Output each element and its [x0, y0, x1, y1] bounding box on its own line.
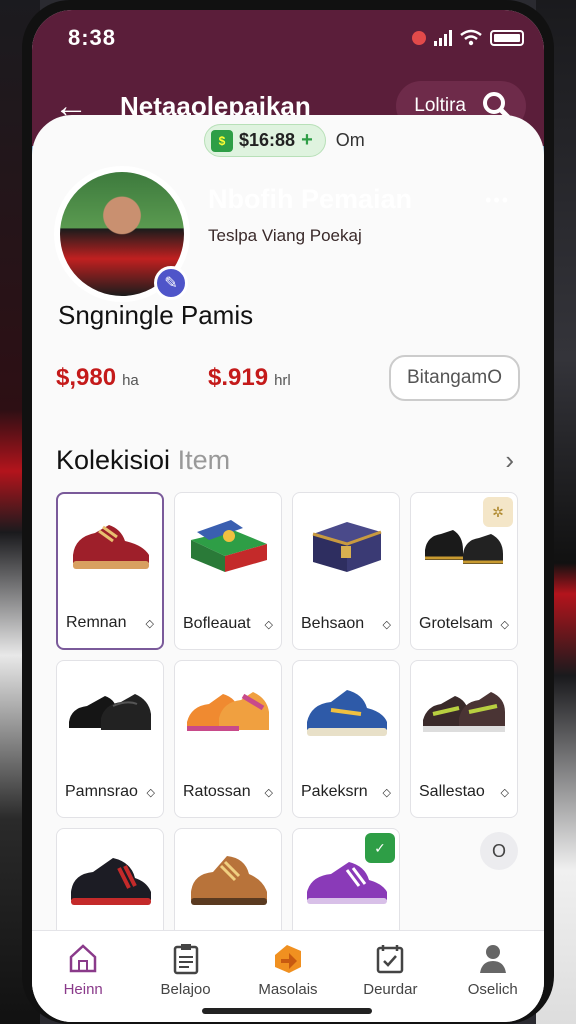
nav-calendar[interactable]: Deurdar — [342, 941, 438, 998]
collection-item[interactable]: Pakeksrn ◇ — [292, 660, 400, 818]
black-red-sneaker-icon — [71, 858, 151, 905]
status-icons — [412, 29, 524, 47]
search-pill-label: Loltira — [414, 95, 466, 116]
price-1: $,980 — [56, 364, 117, 391]
red-shoe-icon — [73, 525, 149, 569]
edit-badge-icon[interactable]: ✎ — [154, 266, 188, 300]
collection-item[interactable]: ✲ Grotelsam ◇ — [410, 492, 518, 650]
item-more-icon[interactable]: ◇ — [501, 786, 509, 799]
collection-item[interactable]: Bofleauat ◇ — [174, 492, 282, 650]
clipboard-icon — [173, 944, 198, 975]
nav-label: Deurdar — [363, 981, 418, 998]
player-subtitle: Teslpa Viang Poekaj — [208, 226, 362, 245]
collection-item[interactable]: Sallestao ◇ — [410, 660, 518, 818]
notification-icon — [412, 31, 426, 45]
item-more-icon[interactable]: ◇ — [383, 786, 391, 799]
more-options-icon[interactable]: ••• — [485, 190, 510, 211]
status-bar: 8:38 — [32, 10, 544, 66]
nav-label: Masolais — [258, 981, 318, 998]
price-row: $,980 ha $.919 hrl BitangamO — [56, 355, 520, 401]
nav-label: Oselich — [467, 981, 518, 998]
collection-item[interactable]: Remnan ◇ — [56, 492, 164, 650]
nav-market[interactable]: Masolais — [240, 941, 336, 998]
nav-home[interactable]: Heinn — [35, 941, 131, 998]
market-icon — [274, 945, 301, 973]
orange-sneaker-icon — [187, 692, 269, 731]
battery-icon — [490, 30, 524, 46]
add-coin-icon[interactable]: + — [301, 129, 313, 152]
item-more-icon[interactable]: ◇ — [146, 617, 154, 630]
coin-amount: $16:88 — [239, 130, 296, 150]
item-label: Remnan — [66, 614, 127, 631]
coin-icon: $ — [211, 129, 233, 152]
price-block-2: $.919 hrl — [208, 364, 360, 392]
item-more-icon[interactable]: ◇ — [147, 786, 155, 799]
black-dress-shoe-icon — [69, 694, 151, 730]
single-section-title: Sngningle Pamis — [58, 300, 254, 330]
item-label: Pakeksrn — [301, 783, 368, 800]
calendar-icon — [377, 945, 404, 974]
nav-profile[interactable]: Oselich — [445, 941, 541, 998]
price-1-unit: ha — [122, 372, 139, 389]
price-block-1: $,980 ha — [56, 364, 208, 392]
collection-item[interactable]: Pamnsrao ◇ — [56, 660, 164, 818]
coin-row: $ $16:88 + Om — [204, 124, 365, 157]
nav-label: Belajoo — [160, 981, 211, 998]
item-label: Grotelsam — [419, 615, 493, 632]
price-2-unit: hrl — [274, 372, 291, 389]
wifi-icon — [460, 29, 482, 46]
player-name: Nbofih Pemaian — [208, 184, 413, 214]
screen: 8:38 ← Netaaolepaikan Loltira ✎ Nbofih P… — [32, 10, 544, 1022]
item-more-icon[interactable]: ◇ — [501, 618, 509, 631]
avatar[interactable]: ✎ — [54, 166, 190, 302]
more-circle-button[interactable]: O — [480, 832, 518, 870]
collection-item[interactable]: Behsaon ◇ — [292, 492, 400, 650]
home-indicator[interactable] — [202, 1008, 372, 1014]
blue-sneaker-icon — [307, 690, 387, 736]
item-more-icon[interactable]: ◇ — [265, 618, 273, 631]
gift-box-icon — [191, 520, 267, 572]
chest-icon — [312, 522, 382, 572]
status-time: 8:38 — [68, 25, 117, 50]
profile-icon — [479, 945, 506, 973]
signal-icon — [434, 30, 452, 46]
tan-boot-icon — [191, 856, 267, 905]
phone-frame: 8:38 ← Netaaolepaikan Loltira ✎ Nbofih P… — [22, 0, 554, 1024]
item-label: Behsaon — [301, 615, 365, 632]
chevron-right-icon[interactable]: › — [505, 445, 514, 476]
collection-grid: Remnan ◇ Bofleauat ◇ Behsaon ◇ ✲ Grotels… — [56, 492, 520, 986]
item-more-icon[interactable]: ◇ — [383, 618, 391, 631]
nav-label: Heinn — [63, 981, 103, 998]
home-icon — [69, 944, 97, 973]
item-label: Bofleauat — [183, 615, 251, 632]
item-label: Sallestao — [419, 783, 485, 800]
item-more-icon[interactable]: ◇ — [265, 786, 273, 799]
collection-item[interactable]: Ratossan ◇ — [174, 660, 282, 818]
collection-title: Kolekisioi Item — [56, 445, 231, 475]
coin-balance[interactable]: $ $16:88 + — [204, 124, 326, 157]
nav-learn[interactable]: Belajoo — [138, 941, 234, 998]
outline-action-button[interactable]: BitangamO — [388, 355, 520, 401]
favorite-star-icon[interactable]: ✲ — [483, 497, 513, 527]
collection-header[interactable]: Kolekisioi Item › — [56, 445, 520, 476]
item-label: Pamnsrao — [65, 783, 138, 800]
coin-extra-label: Om — [335, 130, 365, 150]
item-label: Ratossan — [183, 783, 251, 800]
main-content: Sngningle Pamis $,980 ha $.919 hrl Bitan… — [32, 300, 544, 986]
brown-sneaker-icon — [423, 692, 505, 732]
check-icon[interactable]: ✓ — [365, 833, 395, 863]
price-2: $.919 — [208, 364, 269, 391]
